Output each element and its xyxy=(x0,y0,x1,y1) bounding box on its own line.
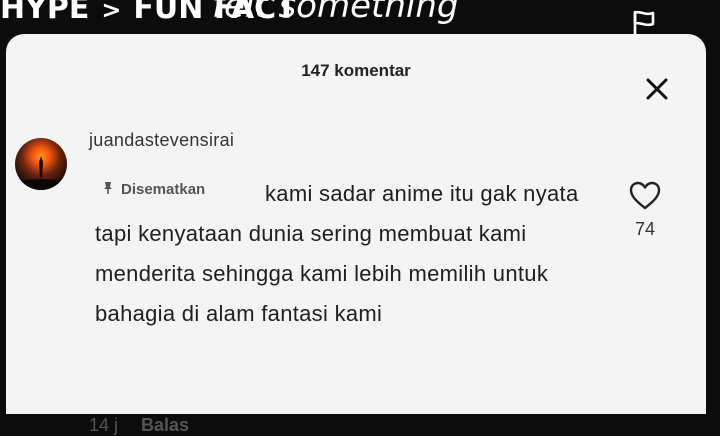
pinned-label: Disematkan xyxy=(121,181,206,198)
comment-username[interactable]: juandastevensirai xyxy=(89,130,234,151)
video-overlay-text: felt something xyxy=(212,0,459,26)
pinned-badge: Disematkan xyxy=(101,181,205,198)
like-count: 74 xyxy=(634,219,656,239)
heart-icon[interactable] xyxy=(628,180,662,212)
reply-button[interactable]: Balas xyxy=(141,415,189,436)
caption-left: HYPE xyxy=(0,0,90,26)
avatar[interactable] xyxy=(15,138,67,190)
pin-icon xyxy=(104,182,112,194)
comment-body: kami sadar anime itu gak nyata tapi keny… xyxy=(95,181,579,326)
close-icon[interactable] xyxy=(642,74,672,104)
comment-count: 147 komentar xyxy=(301,61,411,80)
caption-separator: > xyxy=(101,0,122,24)
comment-timestamp: 14 j xyxy=(89,415,119,435)
comments-sheet: 147 komentar juandastevensirai kami sada… xyxy=(6,34,706,435)
flag-icon[interactable] xyxy=(630,9,658,37)
avatar-silhouette xyxy=(15,156,67,190)
comment-text: kami sadar anime itu gak nyata tapi keny… xyxy=(95,174,605,334)
